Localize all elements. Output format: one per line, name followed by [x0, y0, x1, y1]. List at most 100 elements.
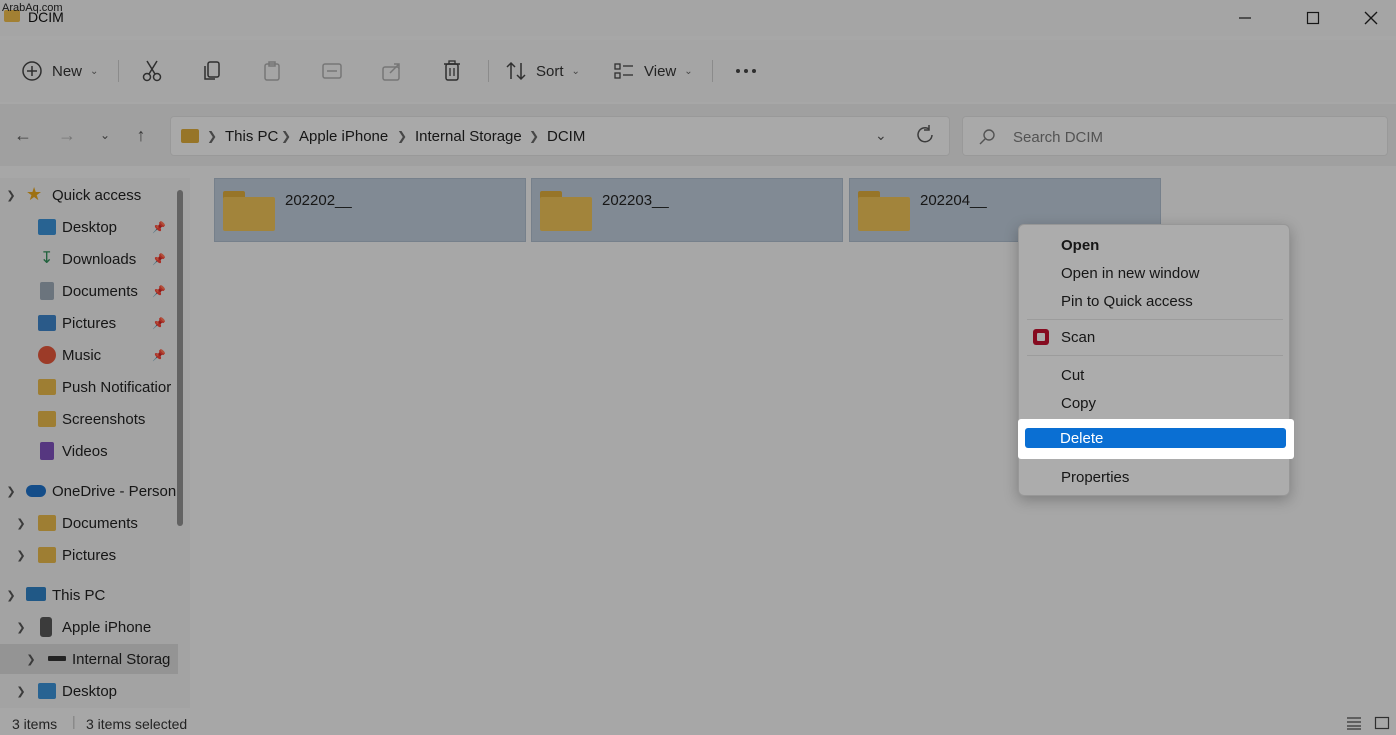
selection-count: 3 items selected: [86, 716, 188, 732]
sidebar-item-label: Documents: [62, 514, 138, 532]
menu-item-cut[interactable]: Cut: [1019, 361, 1291, 389]
menu-item-open[interactable]: Open: [1019, 231, 1291, 259]
computer-icon: [26, 587, 46, 601]
sidebar-scrollbar[interactable]: [177, 190, 183, 526]
close-button[interactable]: [1348, 4, 1394, 32]
maximize-button[interactable]: [1290, 4, 1336, 32]
up-button[interactable]: ↑: [128, 122, 154, 148]
forward-button[interactable]: →: [54, 122, 80, 148]
breadcrumb-dcim[interactable]: DCIM: [547, 128, 585, 145]
menu-item-open-new-window[interactable]: Open in new window: [1019, 259, 1291, 287]
back-button[interactable]: ←: [10, 122, 36, 148]
breadcrumb-apple-iphone[interactable]: Apple iPhone: [299, 128, 388, 145]
recent-locations-button[interactable]: ⌄: [92, 122, 118, 148]
folder-tile[interactable]: 202203__: [531, 178, 843, 242]
sort-button[interactable]: Sort ⌄: [504, 54, 580, 88]
copy-button[interactable]: [200, 54, 224, 88]
breadcrumb-internal-storage[interactable]: Internal Storage: [415, 128, 522, 145]
sidebar-item-desktop[interactable]: Desktop 📌: [0, 212, 178, 242]
sidebar-item-label: Push Notificatior: [62, 378, 172, 396]
sidebar-item-apple-iphone[interactable]: ❯ Apple iPhone: [0, 612, 178, 642]
more-options-button[interactable]: [734, 54, 758, 88]
sidebar-item-label: Desktop: [62, 218, 118, 236]
pin-icon: 📌: [152, 253, 166, 266]
tiles-view-button[interactable]: [1374, 716, 1390, 733]
phone-icon: [40, 617, 52, 637]
sidebar-item-label: Desktop: [62, 682, 118, 700]
address-history-button[interactable]: ⌄: [875, 127, 887, 144]
paste-icon: [260, 59, 284, 83]
chevron-down-icon: ⌄: [90, 65, 99, 77]
folder-tile[interactable]: 202202__: [214, 178, 526, 242]
chevron-down-icon: ❯: [6, 189, 16, 202]
plus-circle-icon: [20, 59, 44, 83]
sidebar-item-label: This PC: [52, 586, 106, 604]
rename-button[interactable]: [320, 54, 344, 88]
sidebar-item-push-notifications[interactable]: Push Notificatior: [0, 372, 178, 402]
pin-icon: 📌: [152, 285, 166, 298]
menu-item-copy[interactable]: Copy: [1019, 389, 1291, 417]
sidebar-item-pc-desktop[interactable]: ❯ Desktop: [0, 676, 178, 706]
chevron-right-icon: ❯: [16, 517, 26, 530]
sidebar-item-internal-storage[interactable]: ❯ Internal Storag: [0, 644, 178, 674]
sort-label: Sort: [536, 62, 564, 80]
sidebar-item-onedrive-documents[interactable]: ❯ Documents: [0, 508, 178, 538]
menu-item-label: Pin to Quick access: [1061, 292, 1193, 310]
menu-item-scan[interactable]: Scan: [1019, 323, 1291, 351]
pin-icon: 📌: [152, 349, 166, 362]
sidebar-item-screenshots[interactable]: Screenshots: [0, 404, 178, 434]
refresh-icon: [917, 125, 933, 143]
folder-icon: [38, 515, 56, 531]
trash-icon: [440, 59, 464, 83]
address-bar[interactable]: ❯ This PC ❯ Apple iPhone ❯ Internal Stor…: [170, 116, 950, 156]
breadcrumb-this-pc[interactable]: This PC: [225, 128, 278, 145]
sidebar-item-downloads[interactable]: ↧ Downloads 📌: [0, 244, 178, 274]
sidebar-item-label: Apple iPhone: [62, 618, 152, 636]
sidebar-item-this-pc[interactable]: ❯ This PC: [0, 580, 178, 610]
share-icon: [380, 59, 404, 83]
sidebar-item-pictures[interactable]: Pictures 📌: [0, 308, 178, 338]
sidebar-item-onedrive-pictures[interactable]: ❯ Pictures: [0, 540, 178, 570]
videos-icon: [40, 442, 54, 460]
folder-name: 202203__: [602, 192, 669, 209]
address-row: ← → ⌄ ↑ ❯ This PC ❯ Apple iPhone ❯ Inter…: [0, 104, 1396, 166]
sidebar-item-music[interactable]: Music 📌: [0, 340, 178, 370]
sidebar-item-label: Videos: [62, 442, 108, 460]
item-count: 3 items: [12, 716, 58, 732]
menu-item-properties[interactable]: Properties: [1019, 463, 1291, 491]
menu-item-label: Delete: [1060, 429, 1104, 447]
search-box[interactable]: Search DCIM: [962, 116, 1388, 156]
desktop-icon: [38, 219, 56, 235]
scissors-icon: [140, 59, 164, 83]
share-button[interactable]: [380, 54, 404, 88]
sidebar-item-videos[interactable]: Videos: [0, 436, 178, 466]
chevron-down-icon: ❯: [6, 485, 16, 498]
pictures-icon: [38, 315, 56, 331]
new-button[interactable]: New ⌄: [20, 54, 98, 88]
search-input[interactable]: Search DCIM: [1013, 129, 1103, 146]
menu-item-label: Properties: [1061, 468, 1130, 486]
rename-icon: [320, 59, 344, 83]
document-icon: [40, 282, 54, 300]
view-button[interactable]: View ⌄: [612, 54, 693, 88]
tiles-view-icon: [1374, 716, 1390, 730]
minimize-button[interactable]: [1222, 4, 1268, 32]
menu-item-delete[interactable]: Delete: [1025, 428, 1286, 448]
details-view-button[interactable]: [1346, 716, 1362, 733]
watermark-text: ArabAq.com: [2, 2, 63, 14]
desktop-icon: [38, 683, 56, 699]
cut-button[interactable]: [140, 54, 164, 88]
sidebar-item-documents[interactable]: Documents 📌: [0, 276, 178, 306]
arrow-left-icon: ←: [14, 124, 32, 145]
drive-icon: [48, 656, 66, 661]
refresh-button[interactable]: [914, 124, 940, 148]
sidebar-item-onedrive[interactable]: ❯ OneDrive - Person: [0, 476, 178, 506]
chevron-right-icon: ❯: [26, 653, 36, 666]
chevron-down-icon: ⌄: [684, 65, 693, 77]
chevron-right-icon: ❯: [16, 549, 26, 562]
folder-name: 202204__: [920, 192, 987, 209]
paste-button[interactable]: [260, 54, 284, 88]
sidebar-item-quick-access[interactable]: ❯ ★ Quick access: [0, 180, 178, 210]
menu-item-pin-quick-access[interactable]: Pin to Quick access: [1019, 287, 1291, 315]
delete-toolbar-button[interactable]: [440, 54, 464, 88]
